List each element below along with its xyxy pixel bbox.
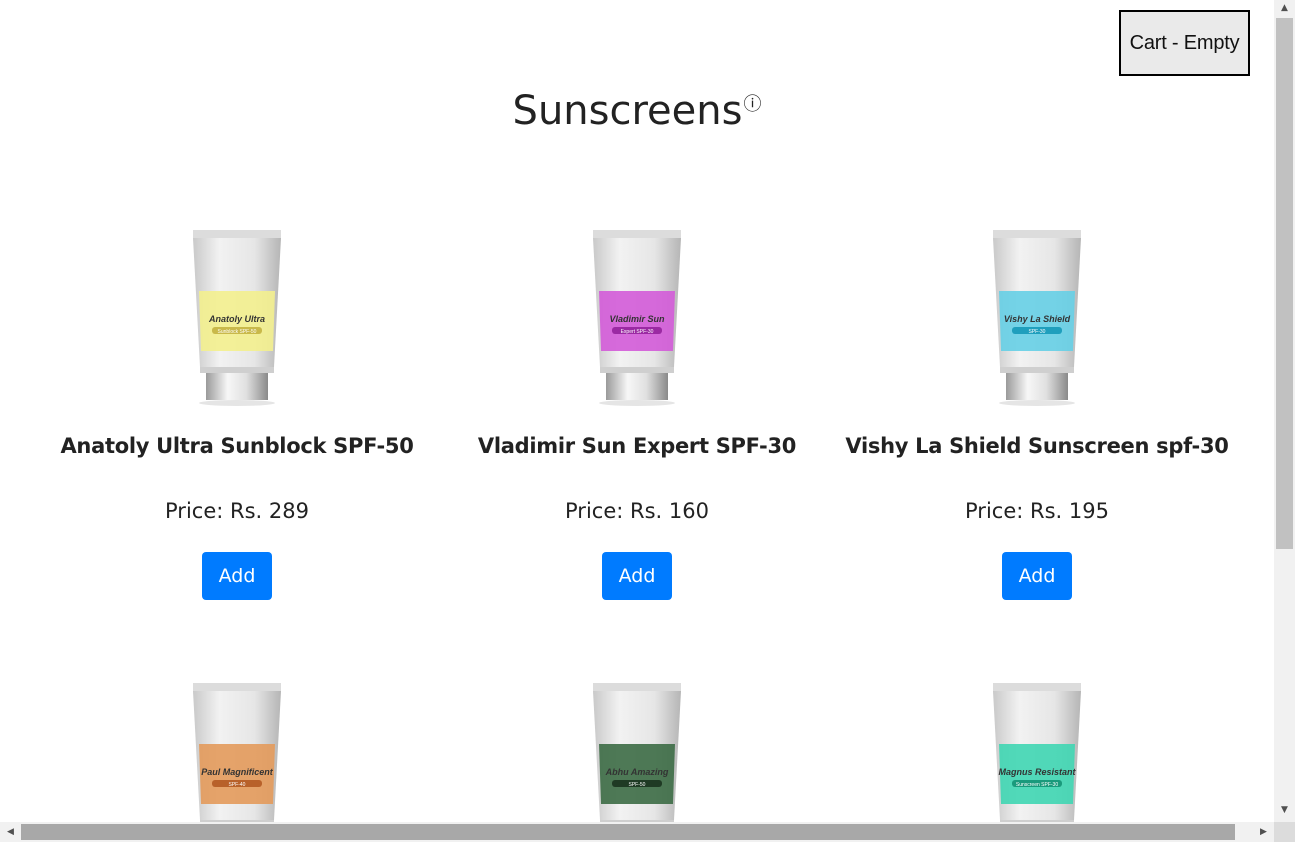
horizontal-scroll-thumb[interactable] [21, 824, 1235, 840]
add-button[interactable]: Add [202, 552, 272, 600]
sunscreen-tube-image: Abhu Amazing SPF-50 [593, 683, 681, 822]
vertical-scroll-thumb[interactable] [1276, 18, 1293, 549]
scroll-left-icon[interactable]: ◀ [2, 822, 19, 842]
product-card: Vladimir Sun Expert SPF-30 Vladimir Sun … [437, 229, 837, 609]
sunscreen-tube-image: Vladimir Sun Expert SPF-30 [593, 230, 681, 406]
sunscreen-tube-image: Anatoly Ultra Sunblock SPF-50 [193, 230, 281, 406]
svg-text:Vladimir Sun: Vladimir Sun [609, 314, 665, 324]
add-button[interactable]: Add [1002, 552, 1072, 600]
product-price: Price: Rs. 195 [965, 499, 1109, 523]
svg-text:Anatoly Ultra: Anatoly Ultra [208, 314, 265, 324]
product-price: Price: Rs. 289 [165, 499, 309, 523]
cart-button[interactable]: Cart - Empty [1119, 10, 1250, 76]
product-name: Anatoly Ultra Sunblock SPF-50 [60, 434, 414, 458]
page-viewport: Cart - Empty Sunscreensⓘ Anatoly Ultra S… [0, 0, 1274, 822]
product-card: Vishy La Shield SPF-30 Vishy La Shield S… [837, 229, 1237, 609]
sunscreen-tube-image: Magnus Resistant Sunscreen SPF-30 [993, 683, 1081, 822]
product-name: Vishy La Shield Sunscreen spf-30 [845, 434, 1229, 458]
product-image: Anatoly Ultra Sunblock SPF-50 [37, 229, 437, 409]
page-title-text: Sunscreens [512, 88, 743, 134]
scroll-up-icon[interactable]: ▲ [1274, 0, 1295, 17]
product-card: Paul Magnificent SPF-40 [37, 682, 437, 822]
product-name: Vladimir Sun Expert SPF-30 [477, 434, 797, 458]
svg-text:Magnus Resistant: Magnus Resistant [998, 767, 1076, 777]
sunscreen-tube-image: Paul Magnificent SPF-40 [193, 683, 281, 822]
product-price: Price: Rs. 160 [565, 499, 709, 523]
product-image: Vishy La Shield SPF-30 [837, 229, 1237, 409]
product-card: Magnus Resistant Sunscreen SPF-30 [837, 682, 1237, 822]
svg-text:SPF-30: SPF-30 [1029, 329, 1046, 335]
sunscreen-tube-image: Vishy La Shield SPF-30 [993, 230, 1081, 406]
product-image: Abhu Amazing SPF-50 [437, 682, 837, 822]
scroll-right-icon[interactable]: ▶ [1255, 822, 1272, 842]
svg-text:Paul Magnificent: Paul Magnificent [201, 767, 274, 777]
scroll-down-icon[interactable]: ▼ [1274, 802, 1295, 819]
scrollbar-corner [1274, 822, 1295, 842]
svg-text:SPF-40: SPF-40 [229, 782, 246, 788]
product-image: Vladimir Sun Expert SPF-30 [437, 229, 837, 409]
svg-text:SPF-50: SPF-50 [629, 782, 646, 788]
product-image: Magnus Resistant Sunscreen SPF-30 [837, 682, 1237, 822]
product-card: Abhu Amazing SPF-50 [437, 682, 837, 822]
svg-text:Abhu Amazing: Abhu Amazing [605, 767, 669, 777]
info-icon[interactable]: ⓘ [743, 94, 761, 115]
horizontal-scrollbar[interactable]: ◀ ▶ [0, 822, 1274, 842]
product-card: Anatoly Ultra Sunblock SPF-50 Anatoly Ul… [37, 229, 437, 609]
svg-text:Sunblock SPF-50: Sunblock SPF-50 [218, 329, 257, 335]
svg-text:Vishy La Shield: Vishy La Shield [1004, 314, 1071, 324]
svg-text:Sunscreen SPF-30: Sunscreen SPF-30 [1016, 782, 1058, 788]
page-title: Sunscreensⓘ [0, 88, 1274, 134]
vertical-scrollbar[interactable]: ▲ ▼ [1274, 0, 1295, 822]
cart-label: Cart - Empty [1129, 31, 1240, 54]
add-button[interactable]: Add [602, 552, 672, 600]
svg-text:Expert SPF-30: Expert SPF-30 [621, 329, 654, 335]
product-image: Paul Magnificent SPF-40 [37, 682, 437, 822]
